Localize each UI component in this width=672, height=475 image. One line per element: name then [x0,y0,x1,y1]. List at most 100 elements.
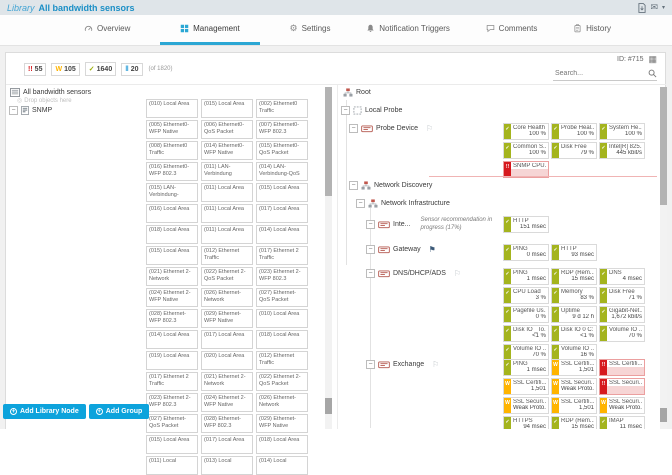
library-grid-item[interactable]: (027) Ethernet-QoS Packet [256,288,308,307]
collapse-icon[interactable]: − [366,220,375,229]
sensor-disk-io-to[interactable]: ✓ Disk IO _To... <1 % [503,325,549,342]
sensor-intel-r-825[interactable]: ✓ Intel[R] 825... 445 kbit/s [599,142,645,159]
tree-node-local-probe[interactable]: − Local Probe [339,104,659,122]
library-grid-item[interactable]: (011) Local Area [201,225,253,244]
library-grid-item[interactable]: (011) Local Area [201,204,253,223]
sensor-system-he[interactable]: ✓ System He... 100 % [599,123,645,140]
sensor-disk-free[interactable]: ✓ Disk Free 71 % [599,287,645,304]
tree-node-dns-dhcp-ads[interactable]: − DNS/DHCP/ADS ⚐ ✓ PING 1 msec ✓ RDP (Rem... 15 … [339,267,659,361]
library-grid-item[interactable]: (017) Local Area [201,330,253,349]
library-grid-item[interactable]: (018) Local Area [256,330,308,349]
library-grid-item[interactable]: (017) Local Area [256,204,308,223]
tree-node-network-infrastructure[interactable]: − Network Infrastructure [339,197,659,215]
search-icon[interactable] [648,69,657,78]
library-grid-item[interactable]: (014) LAN-Verbindung-QoS [256,162,308,181]
library-grid-item[interactable]: (006) Ethernet0-QoS Packet [201,120,253,139]
flag-icon[interactable]: ⚐ [432,360,439,369]
library-grid-item[interactable]: (023) Ethernet 2-WFP 802.3 [146,393,198,412]
search-input[interactable] [553,69,648,78]
sensor-pagefile-us[interactable]: ✓ Pagefile Us... 0 % [503,306,549,323]
library-grid-item[interactable]: (021) Ethernet 2-Network [201,372,253,391]
sensor-http[interactable]: ✓ HTTP 151 msec [503,216,549,233]
library-grid-item[interactable]: (015) Local Area [146,435,198,454]
flag-icon[interactable]: ⚐ [426,124,433,133]
status-count-down[interactable]: !! 55 [24,62,47,76]
library-grid-item[interactable]: (011) Local Area [201,183,253,202]
collapse-icon[interactable]: − [341,106,350,115]
library-grid-item[interactable]: (024) Ethernet 2-WFP Native [201,393,253,412]
tree-node-root[interactable]: Root [339,86,659,104]
status-count-warning[interactable]: W 105 [51,62,80,76]
flag-icon[interactable]: ⚑ [429,245,436,254]
collapse-icon[interactable]: − [366,269,375,278]
sensor-ssl-certifi[interactable]: W SSL Certifi... 1,501 [503,378,549,395]
library-grid-item[interactable]: (005) Ethernet0-WFP Native [146,120,198,139]
sensor-ping[interactable]: ✓ PING 1 msec [503,359,549,376]
library-grid-item[interactable]: (014) Ethernet0-WFP Native [201,141,253,160]
collapse-icon[interactable]: − [349,124,358,133]
sensor-ssl-certifi[interactable]: W SSL Certifi... 1,501 [551,397,597,414]
collapse-icon[interactable]: − [366,245,375,254]
sensor-common-s[interactable]: ✓ Common S... 100 % [503,142,549,159]
library-grid-item[interactable]: (017) Ethernet 2 Traffic [146,372,198,391]
library-grid-item[interactable]: (014) Local [256,456,308,475]
tree-node-all-bandwidth-sensors[interactable]: All bandwidth sensors [10,88,91,97]
sensor-ping[interactable]: ✓ PING 1 msec [503,268,549,285]
library-grid-item[interactable]: (012) Ethernet Traffic [201,246,253,265]
drop-objects-target[interactable]: ◎ Drop objects here [17,98,72,104]
sensor-https[interactable]: ✓ HTTPS 94 msec [503,416,549,429]
library-grid-item[interactable]: (026) Ethernet-Network [201,288,253,307]
library-grid-item[interactable]: (018) Local Area [146,225,198,244]
sensor-ssl-certifi[interactable]: W SSL Certifi... 1,501 [551,359,597,376]
library-grid-item[interactable]: (010) Local Area [256,309,308,328]
tab-overview[interactable]: Overview [78,15,136,45]
library-grid-item[interactable]: (015) Local Area [201,99,253,118]
library-grid-item[interactable]: (027) Ethernet-QoS Packet [146,414,198,433]
sensor-ssl-securi[interactable]: W SSL Securi... Weak Proto... [599,397,645,414]
library-grid-item[interactable]: (029) Ethernet-WFP Native [201,309,253,328]
status-count-paused[interactable]: ‖ 20 [121,62,143,76]
add-library-node-button[interactable]: + Add Library Node [3,404,86,419]
report-icon[interactable] [638,2,646,13]
tree-node-gateway[interactable]: − Gateway ⚑ ✓ PING 0 msec ✓ HTTP 93 msec [339,243,659,267]
library-grid-item[interactable]: (013) Local [201,456,253,475]
add-group-button[interactable]: + Add Group [88,404,150,419]
library-grid-item[interactable]: (015) Local Area [146,246,198,265]
library-grid-item[interactable]: (029) Ethernet-WFP Native [256,414,308,433]
sensor-rdp-rem[interactable]: ✓ RDP (Rem... 15 msec [551,268,597,285]
search-box[interactable] [553,67,657,81]
sensor-disk-io-0-c[interactable]: ✓ Disk IO 0 C: <1 % [551,325,597,342]
library-grid-item[interactable]: (020) Local Area [201,351,253,370]
library-grid-item[interactable]: (028) Ethernet-WFP 802.3 [146,309,198,328]
library-grid-item[interactable]: (018) Local Area [256,435,308,454]
collapse-icon[interactable]: − [9,106,18,115]
tab-history[interactable]: History [567,15,617,45]
library-grid-item[interactable]: (012) Ethernet Traffic [256,351,308,370]
library-grid-item[interactable]: (007) Ethernet0-WFP 802.3 [256,120,308,139]
tree-node-snmp[interactable]: − SNMP [9,106,52,115]
tree-node-network-discovery[interactable]: − Network Discovery [339,179,659,197]
library-grid-item[interactable]: (011) Local [146,456,198,475]
status-count-up[interactable]: ✓ 1640 [84,62,117,76]
tab-settings[interactable]: ⚙ Settings [284,15,337,45]
sensor-cpu-load[interactable]: ✓ CPU Load 3 % [503,287,549,304]
library-grid-item[interactable]: (024) Ethernet 2-WFP Native [146,288,198,307]
sensor-ssl-certifi[interactable]: !! SSL Certifi... [599,359,645,376]
sensor-http[interactable]: ✓ HTTP 93 msec [551,244,597,261]
library-grid-item[interactable]: (022) Ethernet 2-QoS Packet [201,267,253,286]
tree-node-exchange[interactable]: − Exchange ⚐ ✓ PING 1 msec W SSL Certifi... 1,50… [339,358,659,429]
tree-node-inte[interactable]: − Inte... Sensor recommendation in progres… [339,215,659,243]
sensor-ping[interactable]: ✓ PING 0 msec [503,244,549,261]
library-grid-item[interactable]: (015) Local Area [256,183,308,202]
library-grid-item[interactable]: (015) Ethernet0-QoS Packet [256,141,308,160]
sensor-imap[interactable]: ✓ IMAP 11 msec [599,416,645,429]
sensor-uptime[interactable]: ✓ Uptime 9 d 12 h [551,306,597,323]
sensor-memory[interactable]: ✓ Memory 83 % [551,287,597,304]
sensor-disk-free[interactable]: ✓ Disk Free 79 % [551,142,597,159]
sensor-volume-io[interactable]: ✓ Volume IO ... 70 % [599,325,645,342]
sensor-rdp-rem[interactable]: ✓ RDP (Rem... 15 msec [551,416,597,429]
tab-comments[interactable]: Comments [480,15,544,45]
library-grid-item[interactable]: (015) LAN-Verbindung- [146,183,198,202]
right-scrollbar-thumb[interactable] [660,87,667,205]
qr-icon[interactable]: ▦ [648,55,657,64]
